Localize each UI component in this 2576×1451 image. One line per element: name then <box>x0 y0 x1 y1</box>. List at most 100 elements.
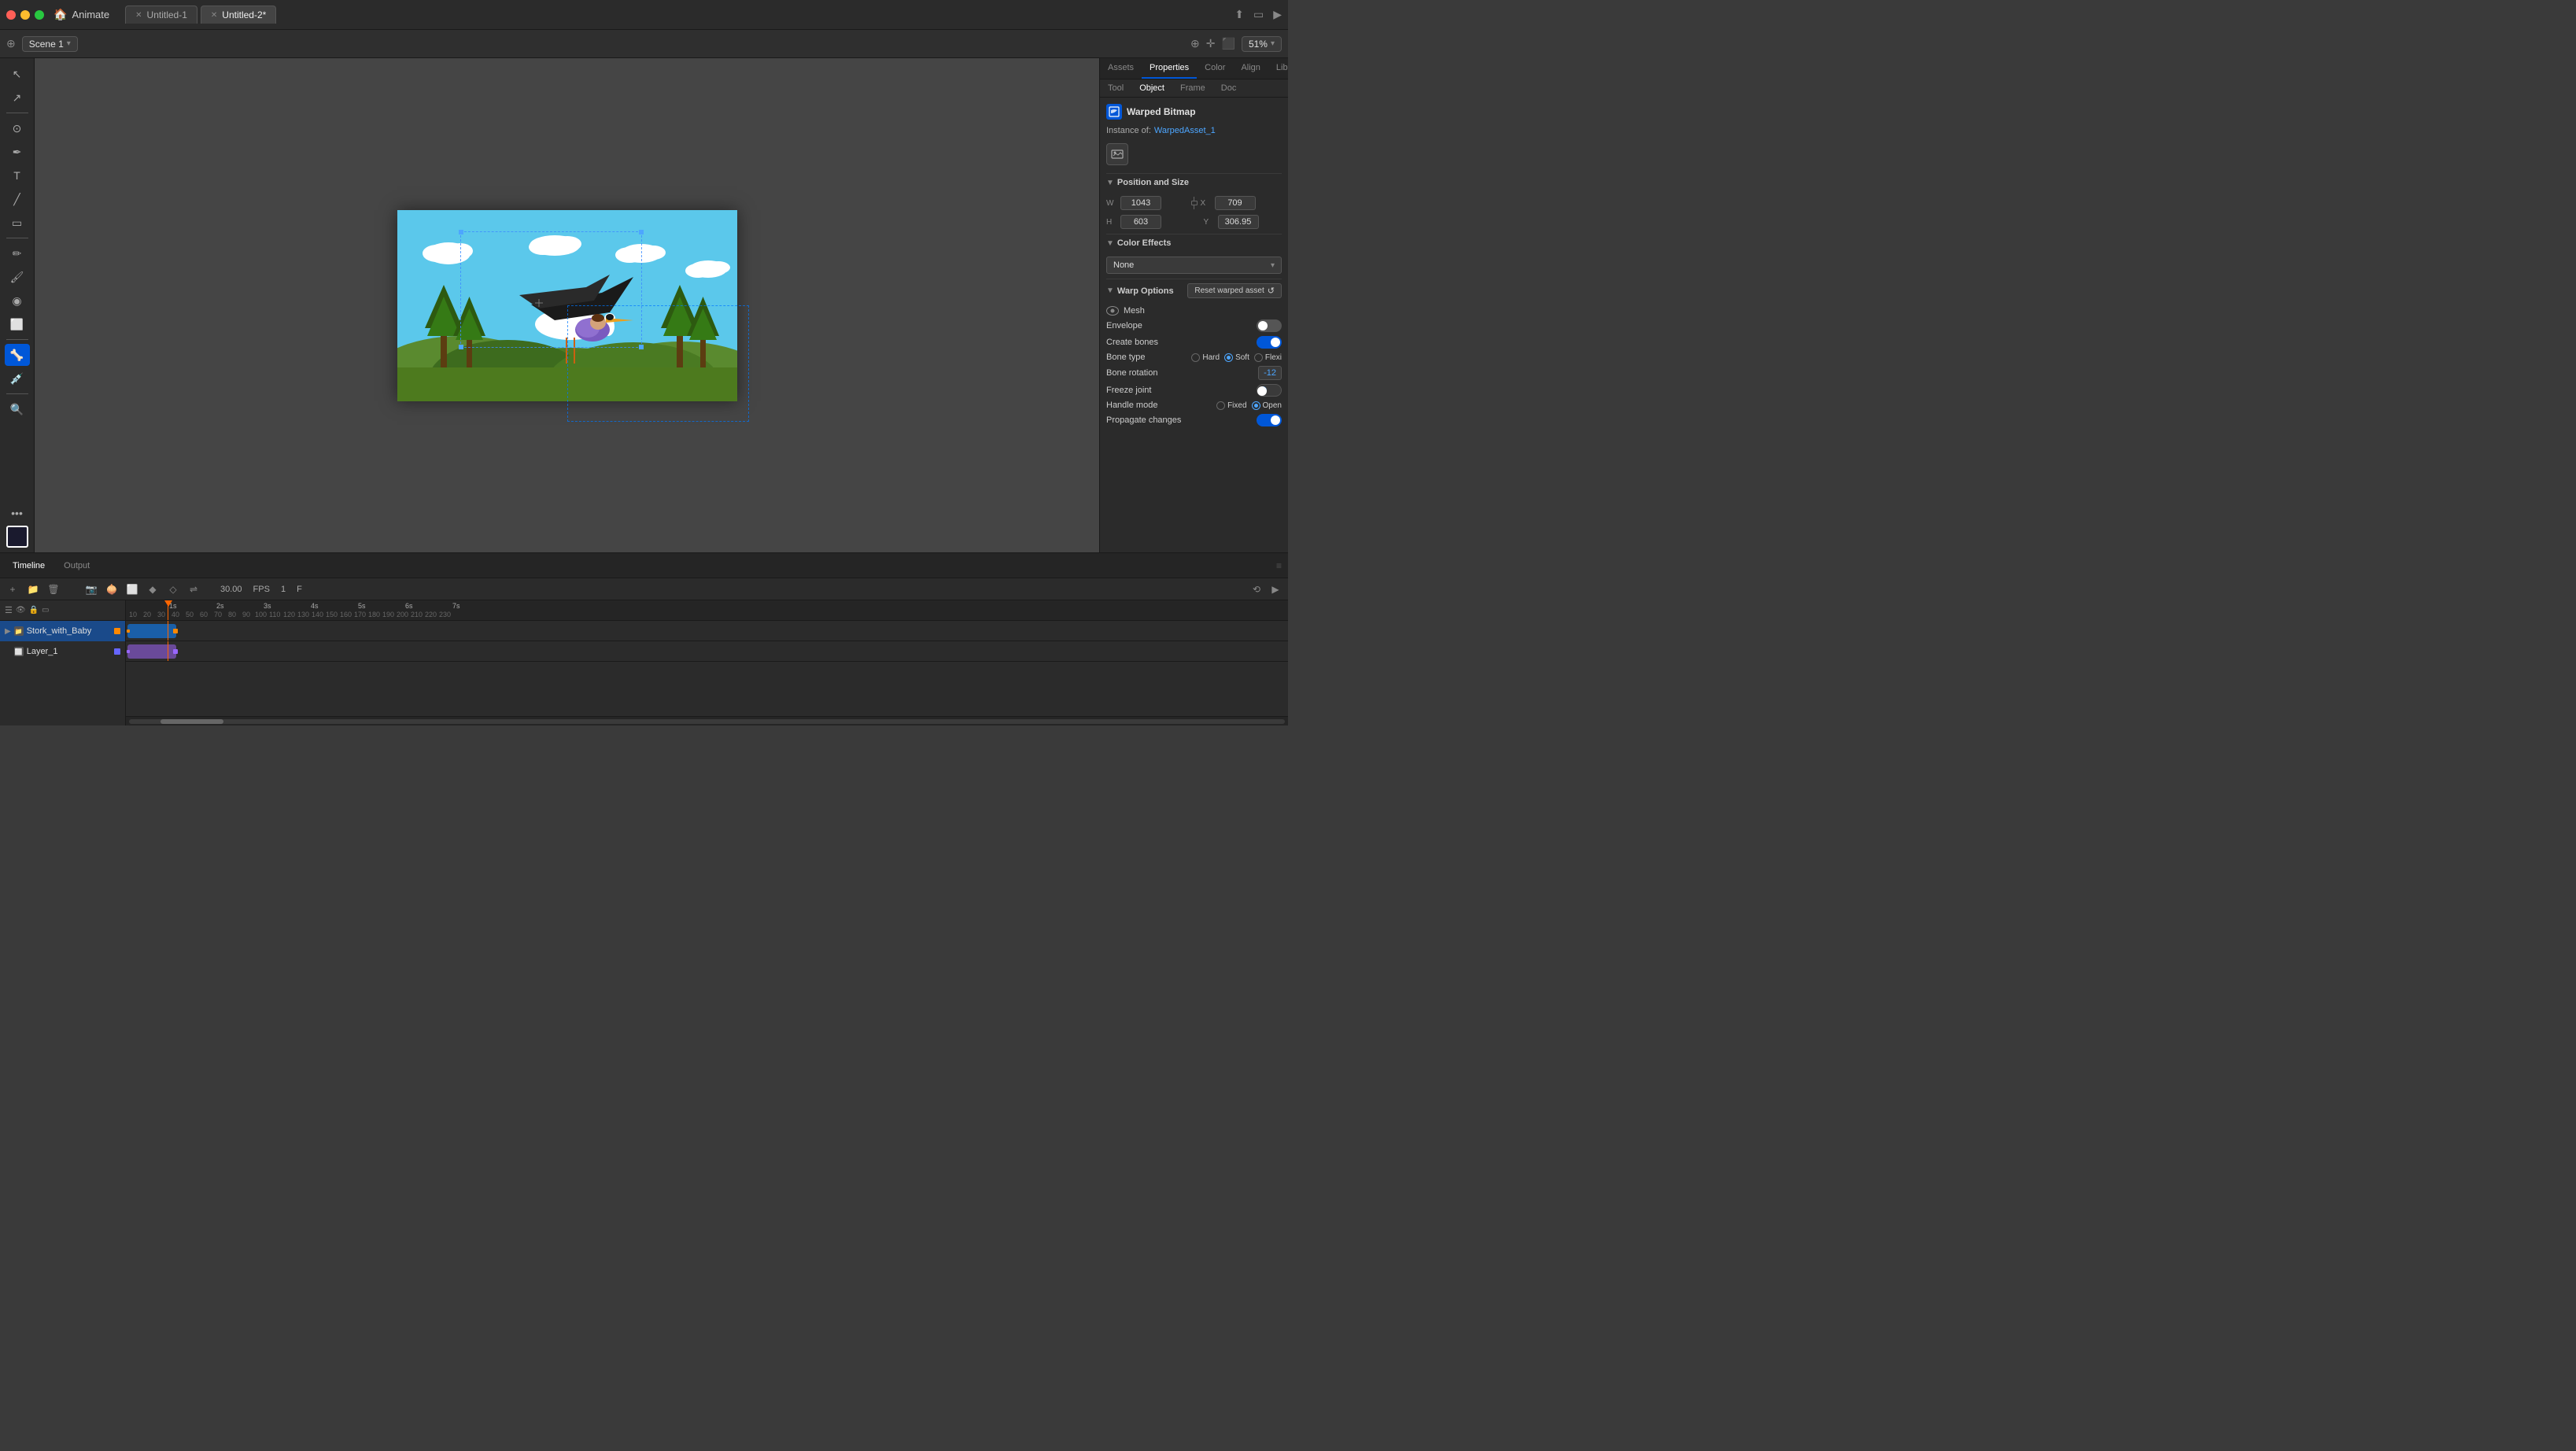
bone-type-soft-radio[interactable] <box>1224 353 1233 362</box>
right-panel: Assets Properties Color Align Library To… <box>1099 58 1288 552</box>
play-button[interactable]: ▶ <box>1268 582 1283 597</box>
folder-layer-button[interactable]: 📁 <box>25 582 41 597</box>
delete-layer-button[interactable]: 🗑 <box>46 582 61 597</box>
more-tools[interactable]: ••• <box>5 502 30 524</box>
tab-untitled-1[interactable]: ✕ Untitled-1 <box>125 6 197 24</box>
eye-all-icon[interactable]: 👁 <box>16 606 26 615</box>
warp-options-section-header[interactable]: ▼ Warp Options Reset warped asset ↺ <box>1106 279 1282 302</box>
reset-warped-asset-button[interactable]: Reset warped asset ↺ <box>1187 283 1282 298</box>
rectangle-tool[interactable]: ▭ <box>5 212 30 234</box>
snapping-icon[interactable]: ✛ <box>1206 37 1216 50</box>
home-icon[interactable]: ⊕ <box>6 37 16 50</box>
add-layer-button[interactable]: + <box>5 582 20 597</box>
subtab-object[interactable]: Object <box>1131 79 1172 97</box>
tab-assets[interactable]: Assets <box>1100 58 1142 79</box>
scene-selector[interactable]: Scene 1 ▾ <box>22 36 78 52</box>
eraser-tool[interactable]: ⬜ <box>5 313 30 335</box>
tab-properties[interactable]: Properties <box>1142 58 1197 79</box>
color-swatch[interactable] <box>6 526 28 548</box>
y-input[interactable] <box>1218 215 1259 229</box>
zoom-selector[interactable]: 51% ▾ <box>1242 36 1282 52</box>
bone-rotation-row: Bone rotation -12 <box>1106 366 1282 380</box>
outline-all-icon[interactable]: ▭ <box>42 606 49 615</box>
ruler-7s: 7s <box>452 602 460 610</box>
minimize-window-button[interactable] <box>20 10 30 20</box>
layer-expand-icon[interactable]: ▶ <box>5 627 11 636</box>
bone-type-soft-option[interactable]: Soft <box>1224 353 1249 362</box>
loop-button[interactable]: ⟲ <box>1249 582 1264 597</box>
tab-align[interactable]: Align <box>1233 58 1268 79</box>
timeline-scrollbar-thumb[interactable] <box>161 719 223 724</box>
handle-mode-open-radio[interactable] <box>1252 401 1260 410</box>
color-effects-section-header[interactable]: ▼ Color Effects <box>1106 234 1282 252</box>
tab-close-1[interactable]: ✕ <box>135 11 142 20</box>
sidebar-icon[interactable]: ▭ <box>1253 8 1264 21</box>
fps-value[interactable]: 30.00 <box>220 585 242 594</box>
share-icon[interactable]: ⬆ <box>1234 8 1244 21</box>
subtab-doc[interactable]: Doc <box>1213 79 1245 97</box>
close-window-button[interactable] <box>6 10 16 20</box>
output-tab[interactable]: Output <box>57 559 96 573</box>
freeze-joint-toggle[interactable] <box>1257 384 1282 397</box>
layer1-frame-bar <box>127 644 176 659</box>
bone-type-hard-radio[interactable] <box>1191 353 1200 362</box>
handle-mode-open-option[interactable]: Open <box>1252 401 1282 410</box>
mesh-visibility-eye-icon[interactable] <box>1106 306 1119 316</box>
bone-type-flexi-radio[interactable] <box>1254 353 1263 362</box>
pen-tool[interactable]: ✒ <box>5 141 30 163</box>
subtab-frame[interactable]: Frame <box>1172 79 1213 97</box>
stage-size-icon[interactable]: ⬛ <box>1222 37 1235 50</box>
handle-mode-fixed-option[interactable]: Fixed <box>1216 401 1246 410</box>
select-tool[interactable]: ↖ <box>5 63 30 85</box>
onion-skin-button[interactable]: 🧅 <box>104 582 120 597</box>
pencil-tool[interactable]: ✏ <box>5 242 30 264</box>
propagate-changes-toggle[interactable] <box>1257 414 1282 426</box>
bone-type-flexi-option[interactable]: Flexi <box>1254 353 1282 362</box>
subselect-tool[interactable]: ↗ <box>5 87 30 109</box>
zoom-tool[interactable]: 🔍 <box>5 398 30 420</box>
camera-button[interactable]: 📷 <box>83 582 99 597</box>
handle-mode-fixed-radio[interactable] <box>1216 401 1225 410</box>
bitmap-icon-button[interactable] <box>1106 143 1128 165</box>
play-icon[interactable]: ▶ <box>1273 8 1282 21</box>
object-header: Warped Bitmap <box>1106 104 1282 120</box>
layer-layer1[interactable]: ▶ ⬜ Layer_1 <box>0 641 125 662</box>
text-tool[interactable]: T <box>5 164 30 186</box>
lasso-tool[interactable]: ⊙ <box>5 117 30 139</box>
insert-keyframe-button[interactable]: ◆ <box>145 582 161 597</box>
timeline-menu-icon[interactable]: ≡ <box>1276 560 1282 571</box>
ruler-10: 10 <box>129 611 137 618</box>
instance-name[interactable]: WarpedAsset_1 <box>1154 126 1216 135</box>
tab-library[interactable]: Library <box>1268 58 1288 79</box>
bone-type-flexi-label: Flexi <box>1265 353 1282 362</box>
lock-all-icon[interactable]: 🔒 <box>29 606 39 615</box>
timeline-scrollbar-track[interactable] <box>129 719 1285 724</box>
maximize-window-button[interactable] <box>35 10 44 20</box>
position-size-section-header[interactable]: ▼ Position and Size <box>1106 173 1282 191</box>
brush-tool[interactable]: 🖌 <box>5 266 30 288</box>
bone-type-hard-option[interactable]: Hard <box>1191 353 1220 362</box>
color-effects-dropdown[interactable]: None ▾ <box>1106 257 1282 274</box>
tab-untitled-2[interactable]: ✕ Untitled-2* <box>201 6 276 24</box>
eyedropper-tool[interactable]: 💉 <box>5 367 30 390</box>
current-frame-value[interactable]: 1 <box>281 585 286 594</box>
tab-close-2[interactable]: ✕ <box>211 11 217 20</box>
bone-tool[interactable]: 🦴 <box>5 344 30 366</box>
timeline-tab[interactable]: Timeline <box>6 559 51 573</box>
motion-tween-button[interactable]: ⇌ <box>186 582 201 597</box>
insert-blank-button[interactable]: ◇ <box>165 582 181 597</box>
subtab-tool[interactable]: Tool <box>1100 79 1131 97</box>
x-input[interactable] <box>1215 196 1256 210</box>
height-input[interactable] <box>1120 215 1161 229</box>
create-bones-toggle[interactable] <box>1257 336 1282 349</box>
bone-rotation-value[interactable]: -12 <box>1258 366 1282 380</box>
envelope-toggle[interactable] <box>1257 319 1282 332</box>
global-transform-icon[interactable]: ⊕ <box>1190 37 1200 50</box>
insert-frame-button[interactable]: ⬜ <box>124 582 140 597</box>
fill-tool[interactable]: ◉ <box>5 290 30 312</box>
link-dimensions-icon[interactable] <box>1191 197 1198 209</box>
width-input[interactable] <box>1120 196 1161 210</box>
line-tool[interactable]: ╱ <box>5 188 30 210</box>
layer-stork-with-baby[interactable]: ▶ 📁 Stork_with_Baby <box>0 621 125 641</box>
tab-color[interactable]: Color <box>1197 58 1233 79</box>
